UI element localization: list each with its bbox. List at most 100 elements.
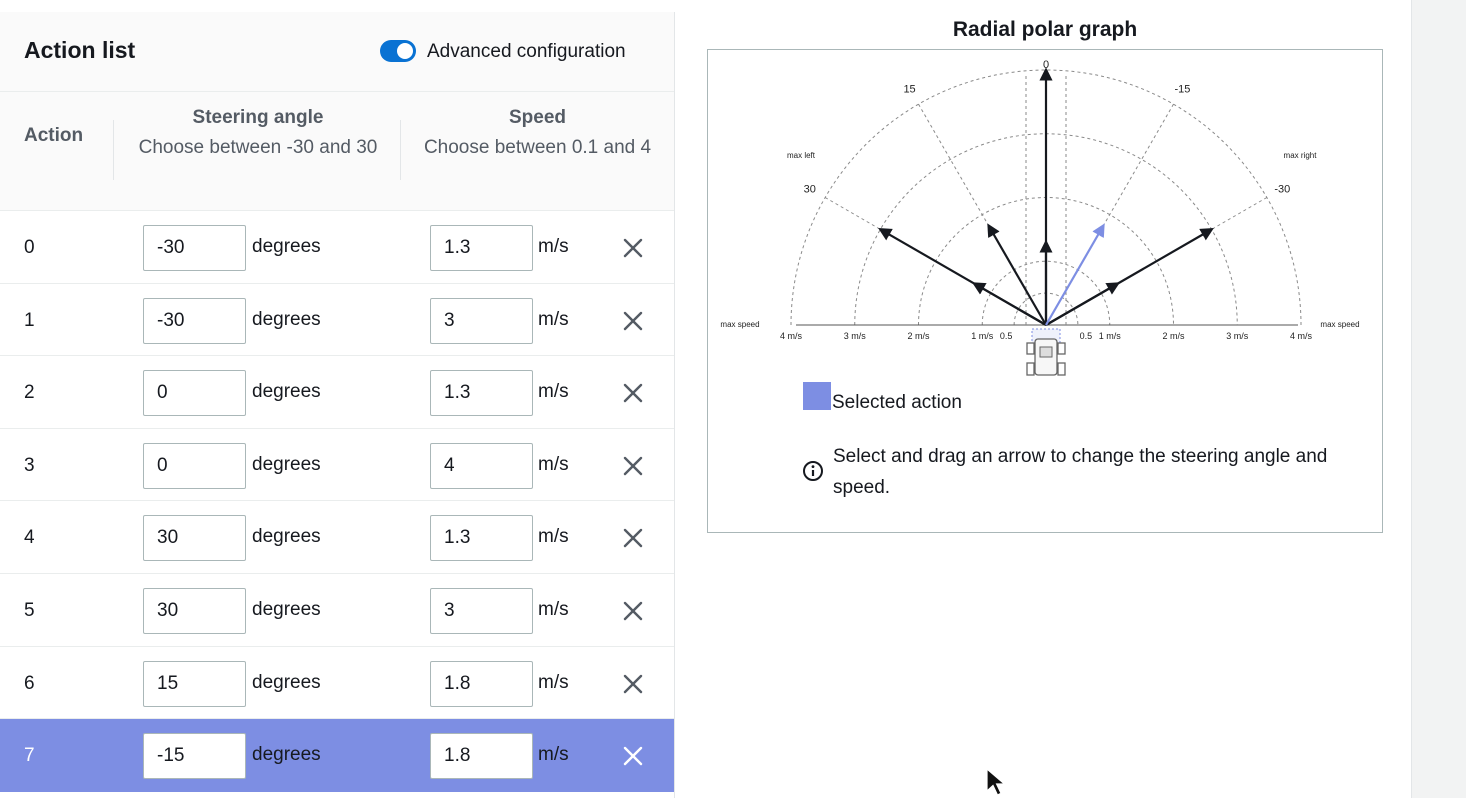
- steering-title: Steering angle: [192, 107, 324, 128]
- max-speed-label: max speed: [1320, 320, 1359, 329]
- speed-title: Speed: [508, 107, 567, 128]
- speed-tick-label: 4 m/s: [1290, 331, 1313, 341]
- info-icon: [803, 461, 823, 481]
- car-icon: [1026, 328, 1066, 376]
- polar-graph-canvas[interactable]: 0 15 -15 30 -30 max left max right max speed max…: [708, 50, 1384, 380]
- speed-input[interactable]: [430, 587, 533, 634]
- speed-input[interactable]: [430, 370, 533, 417]
- speed-tick-label: 3 m/s: [1226, 331, 1249, 341]
- advanced-configuration-toggle[interactable]: [380, 40, 416, 62]
- steering-angle-input[interactable]: [143, 660, 246, 707]
- column-header-speed: Speed Choose between 0.1 and 4: [410, 106, 665, 164]
- speed-input[interactable]: [430, 733, 533, 780]
- action-row[interactable]: 5 degrees m/s: [0, 573, 674, 647]
- column-header-action: Action: [24, 125, 84, 146]
- remove-action-button[interactable]: [619, 234, 647, 262]
- panel-header: Action list Advanced configuration: [0, 12, 674, 92]
- steering-angle-input[interactable]: [143, 733, 246, 780]
- speed-tick-label: 1 m/s: [971, 331, 994, 341]
- action-arrow: [987, 223, 1047, 326]
- steering-unit: degrees: [252, 671, 321, 693]
- speed-unit: m/s: [538, 308, 569, 330]
- remove-action-button[interactable]: [619, 307, 647, 335]
- steering-angle-input[interactable]: [143, 442, 246, 489]
- close-icon: [623, 311, 643, 330]
- speed-unit: m/s: [538, 744, 569, 766]
- speed-input[interactable]: [430, 225, 533, 271]
- column-divider: [400, 120, 401, 180]
- steering-angle-input[interactable]: [143, 515, 246, 562]
- close-icon: [623, 383, 643, 403]
- steering-unit: degrees: [252, 744, 321, 766]
- steering-unit: degrees: [252, 526, 321, 548]
- speed-input[interactable]: [430, 297, 533, 344]
- action-row[interactable]: 3 degrees m/s: [0, 428, 674, 502]
- action-arrow: [878, 228, 1047, 326]
- remove-action-button[interactable]: [619, 597, 647, 625]
- action-rows: 0 degrees m/s 1 degrees m/s 2 degrees m/s 3 degree…: [0, 211, 674, 792]
- speed-tick-label: 4 m/s: [780, 331, 803, 341]
- angle-label: -30: [1274, 184, 1290, 196]
- action-list-panel: Action list Advanced configuration Actio…: [0, 12, 675, 798]
- column-divider: [113, 120, 114, 180]
- speed-input[interactable]: [430, 660, 533, 707]
- toggle-knob: [397, 43, 413, 59]
- action-row[interactable]: 4 degrees m/s: [0, 501, 674, 574]
- speed-unit: m/s: [538, 671, 569, 693]
- advanced-configuration-label: Advanced configuration: [427, 41, 626, 62]
- action-row[interactable]: 2 degrees m/s: [0, 356, 674, 429]
- speed-unit: m/s: [538, 381, 569, 403]
- action-row[interactable]: 7 degrees m/s: [0, 719, 674, 792]
- speed-tick-label: 1 m/s: [1099, 331, 1122, 341]
- speed-tick-label: 0.5: [1080, 331, 1093, 341]
- speed-unit: m/s: [538, 526, 569, 548]
- steering-angle-input[interactable]: [143, 587, 246, 634]
- action-index: 4: [24, 527, 35, 549]
- action-index: 2: [24, 382, 35, 404]
- steering-hint: Choose between -30 and 30: [138, 137, 378, 158]
- angle-label: 30: [804, 184, 816, 196]
- remove-action-button[interactable]: [619, 742, 647, 770]
- close-icon: [623, 674, 643, 693]
- close-icon: [623, 746, 643, 766]
- action-row[interactable]: 0 degrees m/s: [0, 211, 674, 284]
- angle-label: 0: [1043, 59, 1049, 71]
- speed-input[interactable]: [430, 442, 533, 489]
- remove-action-button[interactable]: [619, 379, 647, 407]
- close-icon: [623, 529, 643, 548]
- angle-label: -15: [1174, 84, 1190, 96]
- action-index: 6: [24, 672, 35, 694]
- action-index: 1: [24, 309, 35, 331]
- column-header-steering: Steering angle Choose between -30 and 30: [118, 106, 398, 164]
- steering-unit: degrees: [252, 381, 321, 403]
- speed-hint: Choose between 0.1 and 4: [423, 137, 652, 158]
- angle-label: 15: [903, 84, 915, 96]
- radial-polar-graph: 0 15 -15 30 -30 max left max right max speed max…: [707, 49, 1383, 533]
- close-icon: [623, 601, 643, 621]
- close-icon: [623, 238, 643, 258]
- speed-unit: m/s: [538, 453, 569, 475]
- action-row[interactable]: 1 degrees m/s: [0, 283, 674, 357]
- remove-action-button[interactable]: [619, 452, 647, 480]
- action-arrow: [1045, 228, 1214, 326]
- selected-action-legend: Selected action: [832, 392, 962, 413]
- remove-action-button[interactable]: [619, 524, 647, 552]
- steering-angle-input[interactable]: [143, 297, 246, 344]
- panel-title: Action list: [24, 37, 136, 63]
- action-row[interactable]: 6 degrees m/s: [0, 646, 674, 720]
- speed-input[interactable]: [430, 515, 533, 562]
- speed-tick-label: 3 m/s: [844, 331, 867, 341]
- steering-angle-input[interactable]: [143, 370, 246, 417]
- remove-action-button[interactable]: [619, 670, 647, 698]
- steering-unit: degrees: [252, 236, 321, 257]
- steering-angle-input[interactable]: [143, 225, 246, 271]
- steering-unit: degrees: [252, 598, 321, 620]
- close-icon: [623, 456, 643, 475]
- action-index: 3: [24, 454, 35, 476]
- max-left-label: max left: [787, 151, 816, 160]
- table-header: Action Steering angle Choose between -30…: [0, 92, 674, 211]
- page-scrollbar[interactable]: [1411, 0, 1466, 798]
- action-index: 5: [24, 599, 35, 621]
- max-right-label: max right: [1284, 151, 1318, 160]
- speed-tick-label: 0.5: [1000, 331, 1013, 341]
